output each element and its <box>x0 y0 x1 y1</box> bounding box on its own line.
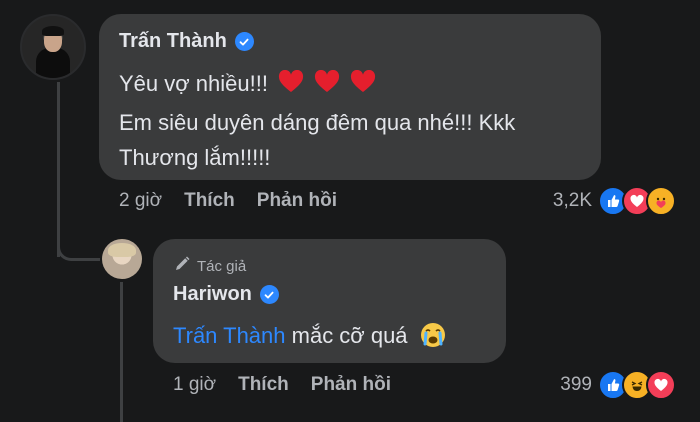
comment-line: Yêu vợ nhiều!!! <box>119 70 376 97</box>
verified-icon <box>234 32 254 51</box>
comment-line: Thương lắm!!!!! <box>119 145 271 170</box>
mention-link[interactable]: Trấn Thành <box>173 323 286 348</box>
reply-author[interactable]: Hariwon <box>173 283 279 306</box>
thread-line <box>120 282 123 422</box>
comment-actions: 2 giờ Thích Phản hồi <box>119 190 359 212</box>
comment-line: Em siêu duyên dáng đêm qua nhé!!! Kkk <box>119 110 516 135</box>
like-button[interactable]: Thích <box>184 190 235 212</box>
avatar-hair <box>108 243 136 257</box>
reaction-count[interactable]: 3,2K <box>520 190 592 212</box>
author-badge: Tác giả <box>173 255 246 277</box>
reaction-count[interactable]: 399 <box>530 374 592 396</box>
avatar-figure <box>36 48 70 78</box>
author-badge-label: Tác giả <box>197 257 247 275</box>
comment-time[interactable]: 2 giờ <box>119 190 162 212</box>
comment-author[interactable]: Trấn Thành <box>119 30 254 53</box>
like-button[interactable]: Thích <box>238 374 289 396</box>
heart-icon <box>279 70 304 92</box>
crying-emoji-icon <box>420 323 445 347</box>
reply-button[interactable]: Phản hồi <box>311 374 391 396</box>
reply-button[interactable]: Phản hồi <box>257 190 337 212</box>
author-name[interactable]: Trấn Thành <box>119 30 227 53</box>
reaction-summary[interactable] <box>598 186 676 216</box>
reaction-summary[interactable] <box>598 370 676 400</box>
avatar[interactable] <box>102 239 142 279</box>
reply-time[interactable]: 1 giờ <box>173 374 216 396</box>
reply-actions: 1 giờ Thích Phản hồi <box>173 374 413 396</box>
verified-icon <box>259 285 279 304</box>
avatar[interactable] <box>20 14 86 80</box>
heart-icon <box>315 70 340 92</box>
love-icon <box>646 370 676 400</box>
care-icon <box>646 186 676 216</box>
author-name[interactable]: Hariwon <box>173 283 252 306</box>
pen-icon <box>173 255 191 277</box>
reply-text: Trấn Thành mắc cỡ quá <box>173 322 446 349</box>
avatar-hair <box>42 26 64 36</box>
reply-body: mắc cỡ quá <box>285 323 408 348</box>
heart-icon <box>351 70 376 92</box>
thread-connector <box>57 230 100 261</box>
